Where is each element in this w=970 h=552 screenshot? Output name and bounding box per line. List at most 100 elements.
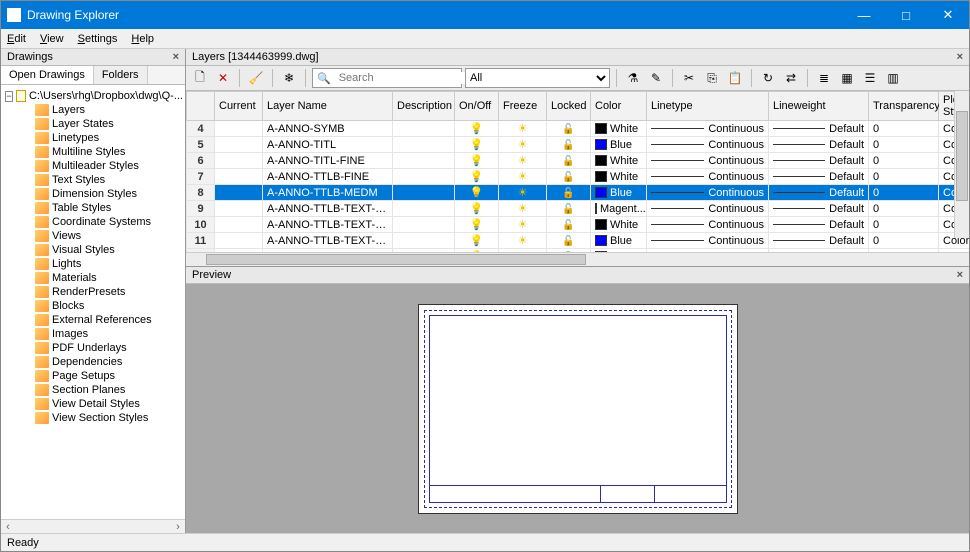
purge-button[interactable]: 🧹: [246, 68, 266, 88]
tree-node-multiline-styles[interactable]: Multiline Styles: [3, 145, 183, 159]
cell-linetype[interactable]: Continuous: [647, 233, 769, 249]
tree-node-linetypes[interactable]: Linetypes: [3, 131, 183, 145]
cell-freeze[interactable]: ☀: [499, 217, 547, 233]
drawings-panel-close[interactable]: ×: [173, 51, 179, 63]
view-toggle-button[interactable]: ▥: [883, 68, 903, 88]
cell-linetype[interactable]: Continuous: [647, 185, 769, 201]
col-color[interactable]: Color: [591, 92, 647, 121]
cell-lineweight[interactable]: Default: [769, 201, 869, 217]
view-details-button[interactable]: ☰: [860, 68, 880, 88]
cell-transparency[interactable]: 0: [869, 217, 939, 233]
layer-row[interactable]: 5A-ANNO-TITL💡☀🔓BlueContinuousDefault0Col…: [187, 137, 970, 153]
cell-freeze[interactable]: ☀: [499, 153, 547, 169]
cell-locked[interactable]: 🔓: [547, 153, 591, 169]
cell-layer-name[interactable]: A-ANNO-TTLB-FINE: [263, 169, 393, 185]
cell-onoff[interactable]: 💡: [455, 153, 499, 169]
cell-transparency[interactable]: 0: [869, 201, 939, 217]
cell-lineweight[interactable]: Default: [769, 121, 869, 137]
cell-color[interactable]: Blue: [591, 185, 647, 201]
cell-current[interactable]: [215, 185, 263, 201]
search-box[interactable]: 🔍: [312, 68, 462, 88]
col-lineweight[interactable]: Lineweight: [769, 92, 869, 121]
cell-locked[interactable]: 🔓: [547, 217, 591, 233]
cell-current[interactable]: [215, 153, 263, 169]
cell-current[interactable]: [215, 169, 263, 185]
cell-linetype[interactable]: Continuous: [647, 201, 769, 217]
tree-node-view-detail-styles[interactable]: View Detail Styles: [3, 397, 183, 411]
tree-node-dependencies[interactable]: Dependencies: [3, 355, 183, 369]
cell-color[interactable]: White: [591, 169, 647, 185]
cell-locked[interactable]: 🔓: [547, 185, 591, 201]
col-layer-name[interactable]: Layer Name: [263, 92, 393, 121]
tree-node-views[interactable]: Views: [3, 229, 183, 243]
cell-onoff[interactable]: 💡: [455, 233, 499, 249]
layers-panel-close[interactable]: ×: [957, 51, 963, 63]
cell-linetype[interactable]: Continuous: [647, 137, 769, 153]
menu-settings[interactable]: Settings: [78, 33, 118, 45]
cell-lineweight[interactable]: Default: [769, 185, 869, 201]
cell-layer-name[interactable]: A-ANNO-SYMB: [263, 121, 393, 137]
tree-node-renderpresets[interactable]: RenderPresets: [3, 285, 183, 299]
cell-color[interactable]: White: [591, 217, 647, 233]
cell-transparency[interactable]: 0: [869, 233, 939, 249]
tree-node-images[interactable]: Images: [3, 327, 183, 341]
cell-current[interactable]: [215, 121, 263, 137]
close-button[interactable]: ✕: [927, 1, 969, 29]
cell-description[interactable]: [393, 185, 455, 201]
cell-locked[interactable]: 🔓: [547, 201, 591, 217]
cell-color[interactable]: White: [591, 153, 647, 169]
cell-transparency[interactable]: 0: [869, 137, 939, 153]
cell-description[interactable]: [393, 137, 455, 153]
edit-button[interactable]: ✎: [646, 68, 666, 88]
cell-linetype[interactable]: Continuous: [647, 217, 769, 233]
tree-node-visual-styles[interactable]: Visual Styles: [3, 243, 183, 257]
tree-node-blocks[interactable]: Blocks: [3, 299, 183, 313]
cell-transparency[interactable]: 0: [869, 121, 939, 137]
layers-grid[interactable]: CurrentLayer NameDescriptionOn/OffFreeze…: [186, 91, 969, 252]
cell-freeze[interactable]: ☀: [499, 201, 547, 217]
cell-onoff[interactable]: 💡: [455, 185, 499, 201]
cell-layer-name[interactable]: A-ANNO-TTLB-MEDM: [263, 185, 393, 201]
layer-row[interactable]: 10A-ANNO-TTLB-TEXT-FINE💡☀🔓WhiteContinuou…: [187, 217, 970, 233]
cell-freeze[interactable]: ☀: [499, 185, 547, 201]
tree-node-layer-states[interactable]: Layer States: [3, 117, 183, 131]
cell-freeze[interactable]: ☀: [499, 137, 547, 153]
layer-filter-select[interactable]: All: [465, 68, 610, 88]
tree-node-materials[interactable]: Materials: [3, 271, 183, 285]
cell-locked[interactable]: 🔓: [547, 169, 591, 185]
cell-layer-name[interactable]: A-ANNO-TITL-FINE: [263, 153, 393, 169]
grid-hscrollbar[interactable]: [186, 252, 969, 266]
col-rownum[interactable]: [187, 92, 215, 121]
col-current[interactable]: Current: [215, 92, 263, 121]
cell-current[interactable]: [215, 201, 263, 217]
tree-hscrollbar[interactable]: [1, 519, 185, 533]
cell-transparency[interactable]: 0: [869, 169, 939, 185]
tree-root-file[interactable]: −C:\Users\rhg\Dropbox\dwg\Q-...: [3, 89, 183, 103]
tree-node-multileader-styles[interactable]: Multileader Styles: [3, 159, 183, 173]
tree-node-lights[interactable]: Lights: [3, 257, 183, 271]
view-list-button[interactable]: ≣: [814, 68, 834, 88]
cell-description[interactable]: [393, 233, 455, 249]
cell-onoff[interactable]: 💡: [455, 121, 499, 137]
col-linetype[interactable]: Linetype: [647, 92, 769, 121]
cell-linetype[interactable]: Continuous: [647, 169, 769, 185]
cell-layer-name[interactable]: A-ANNO-TTLB-TEXT-BOLD: [263, 201, 393, 217]
cell-lineweight[interactable]: Default: [769, 169, 869, 185]
cell-color[interactable]: Magent...: [591, 201, 647, 217]
cell-layer-name[interactable]: A-ANNO-TITL: [263, 137, 393, 153]
paste-button[interactable]: 📋: [725, 68, 745, 88]
maximize-button[interactable]: □: [885, 1, 927, 29]
col-description[interactable]: Description: [393, 92, 455, 121]
cell-color[interactable]: White: [591, 121, 647, 137]
tree-node-page-setups[interactable]: Page Setups: [3, 369, 183, 383]
menu-help[interactable]: Help: [131, 33, 154, 45]
filter-button[interactable]: ⚗: [623, 68, 643, 88]
col-on-off[interactable]: On/Off: [455, 92, 499, 121]
tree-node-coordinate-systems[interactable]: Coordinate Systems: [3, 215, 183, 229]
cell-layer-name[interactable]: A-ANNO-TTLB-TEXT-MEDM: [263, 233, 393, 249]
col-locked[interactable]: Locked: [547, 92, 591, 121]
cell-onoff[interactable]: 💡: [455, 217, 499, 233]
cell-description[interactable]: [393, 153, 455, 169]
refresh-button[interactable]: ↻: [758, 68, 778, 88]
layer-row[interactable]: 11A-ANNO-TTLB-TEXT-MEDM💡☀🔓BlueContinuous…: [187, 233, 970, 249]
